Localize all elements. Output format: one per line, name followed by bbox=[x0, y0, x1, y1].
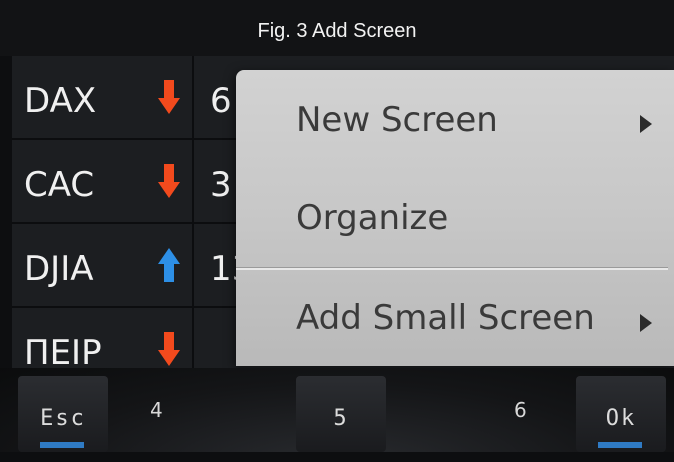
title-bar: Fig. 3 Add Screen bbox=[0, 0, 674, 56]
softkey-bar: Esc 4 5 6 Ok bbox=[0, 368, 674, 452]
menu-item-label: Organize bbox=[296, 198, 449, 238]
key-indicator bbox=[598, 442, 642, 448]
chevron-right-icon bbox=[640, 115, 652, 133]
column-divider bbox=[192, 140, 194, 222]
symbol-label: CAC bbox=[24, 165, 95, 205]
softkey-5-button[interactable]: 5 bbox=[296, 376, 386, 452]
esc-label: Esc bbox=[40, 406, 86, 431]
menu-item-new-screen[interactable]: New Screen bbox=[236, 100, 674, 150]
chevron-right-icon bbox=[640, 314, 652, 332]
value-label: 6 bbox=[210, 81, 232, 121]
ok-label: Ok bbox=[605, 406, 637, 431]
menu-item-add-small-screen[interactable]: Add Small Screen bbox=[236, 298, 674, 348]
symbol-label: DAX bbox=[24, 81, 97, 121]
menu-divider bbox=[236, 267, 668, 270]
column-divider bbox=[192, 224, 194, 306]
down-arrow-icon bbox=[158, 164, 180, 198]
softkey-5-label: 5 bbox=[333, 406, 349, 431]
softkey-4[interactable]: 4 bbox=[150, 398, 163, 422]
key-indicator bbox=[40, 442, 84, 448]
symbol-label: DJIA bbox=[24, 249, 94, 289]
column-divider bbox=[192, 56, 194, 138]
esc-button[interactable]: Esc bbox=[18, 376, 108, 452]
ok-button[interactable]: Ok bbox=[576, 376, 666, 452]
down-arrow-icon bbox=[158, 80, 180, 114]
context-menu: New Screen Organize Add Small Screen bbox=[236, 70, 674, 366]
up-arrow-icon bbox=[158, 248, 180, 282]
down-arrow-icon bbox=[158, 332, 180, 366]
menu-item-organize[interactable]: Organize bbox=[236, 198, 674, 248]
menu-item-label: Add Small Screen bbox=[296, 298, 595, 338]
screen-title: Fig. 3 Add Screen bbox=[257, 20, 417, 42]
softkey-6[interactable]: 6 bbox=[514, 398, 527, 422]
menu-item-label: New Screen bbox=[296, 100, 498, 140]
value-label: 3 bbox=[210, 165, 232, 205]
